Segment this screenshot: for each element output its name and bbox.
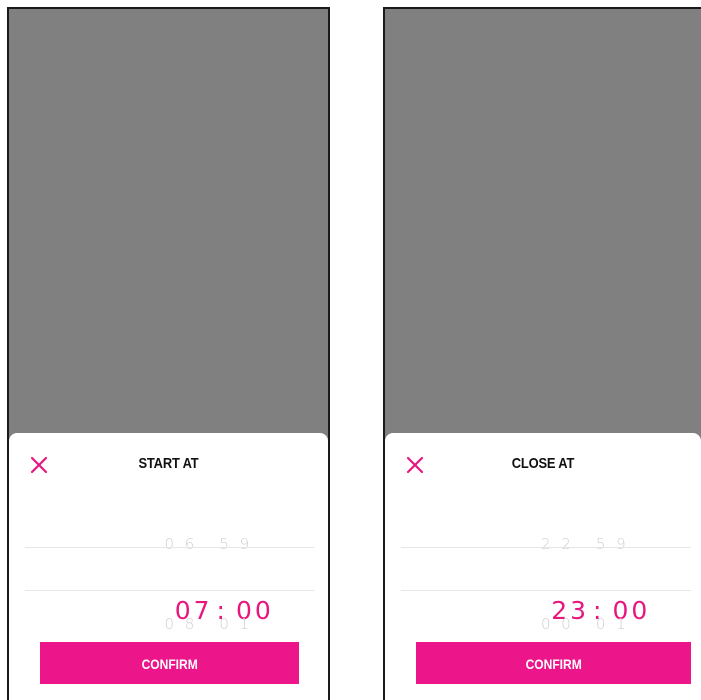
phone-screen-start: START AT 0 65 9 07:00 0 80 1 CONFIRM xyxy=(7,7,330,700)
confirm-button-label: CONFIRM xyxy=(141,656,198,672)
confirm-button[interactable]: CONFIRM xyxy=(416,642,691,684)
phone-screen-close: CLOSE AT 2 25 9 23:00 0 00 1 CONFIRM xyxy=(383,7,701,700)
screens-container: START AT 0 65 9 07:00 0 80 1 CONFIRM CLO… xyxy=(0,0,701,700)
sheet-title: START AT xyxy=(138,455,199,472)
picker-row-selected[interactable]: 07:00 xyxy=(25,547,314,625)
hour-option[interactable]: 0 0 xyxy=(541,615,574,633)
time-picker[interactable]: 2 25 9 23:00 0 00 1 xyxy=(401,509,691,633)
minute-option[interactable]: 0 1 xyxy=(596,615,629,633)
bottom-sheet: CLOSE AT 2 25 9 23:00 0 00 1 CONFIRM xyxy=(385,433,701,700)
picker-row-selected[interactable]: 23:00 xyxy=(401,547,691,625)
minute-option[interactable]: 0 1 xyxy=(219,615,252,633)
confirm-button-label: CONFIRM xyxy=(525,656,582,672)
time-picker[interactable]: 0 65 9 07:00 0 80 1 xyxy=(25,509,314,633)
sheet-title: CLOSE AT xyxy=(511,455,575,472)
confirm-button[interactable]: CONFIRM xyxy=(40,642,299,684)
hour-option[interactable]: 0 8 xyxy=(164,615,197,633)
bottom-sheet: START AT 0 65 9 07:00 0 80 1 CONFIRM xyxy=(9,433,328,700)
